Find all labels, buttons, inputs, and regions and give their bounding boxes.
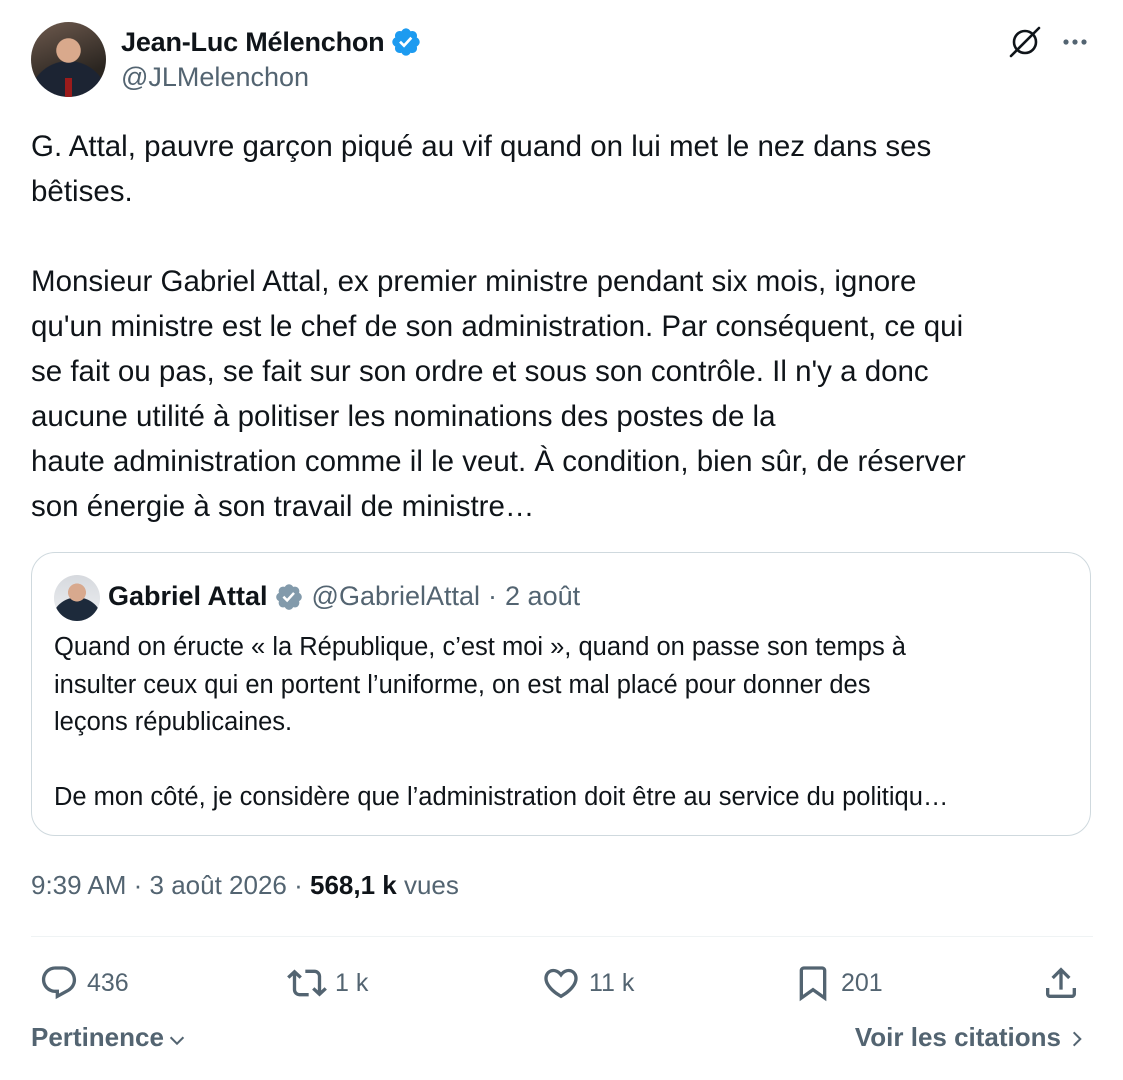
meta-separator: ·: [126, 870, 150, 900]
retweet-count: 1 k: [335, 968, 369, 997]
retweet-button[interactable]: 1 k: [287, 955, 368, 1011]
bookmark-icon: [799, 966, 827, 1002]
author-name[interactable]: Jean-Luc Mélenchon: [121, 27, 385, 58]
divider: [31, 936, 1093, 937]
quoted-date[interactable]: 2 août: [505, 581, 580, 612]
bookmark-count: 201: [841, 968, 883, 997]
author-name-row: Jean-Luc Mélenchon: [121, 26, 422, 58]
quotes-label: Voir les citations: [854, 1022, 1061, 1052]
tweet-header: Jean-Luc Mélenchon @JLMelenchon: [31, 22, 1093, 102]
tweet-paragraph: G. Attal, pauvre garçon piqué au vif qua…: [31, 130, 932, 208]
quoted-header: Gabriel Attal @GabrielAttal · 2 août: [108, 581, 580, 612]
verified-badge-icon: [275, 583, 302, 610]
meta-separator: ·: [286, 870, 310, 900]
tweet-text: G. Attal, pauvre garçon piqué au vif qua…: [31, 124, 1093, 529]
quoted-name[interactable]: Gabriel Attal: [108, 581, 268, 612]
share-button[interactable]: [1041, 955, 1089, 1011]
tweet-paragraph: Monsieur Gabriel Attal, ex premier minis…: [31, 265, 966, 523]
like-button[interactable]: 11 k: [541, 955, 634, 1011]
quoted-separator: ·: [488, 581, 498, 611]
avatar-tie-detail: [65, 78, 72, 97]
chevron-down-icon: [169, 1036, 185, 1045]
like-count: 11 k: [589, 968, 635, 997]
bookmark-button[interactable]: 201: [793, 955, 883, 1011]
sort-dropdown[interactable]: Pertinence: [31, 1022, 188, 1053]
views-label: vues: [396, 870, 459, 900]
author-avatar[interactable]: [31, 22, 106, 97]
author-handle[interactable]: @JLMelenchon: [121, 62, 309, 93]
chevron-right-icon: [1072, 1031, 1082, 1047]
reply-icon: [41, 966, 77, 1000]
replies-footer: Pertinence Voir les citations: [31, 1022, 1093, 1062]
quoted-avatar[interactable]: [54, 575, 100, 621]
quoted-handle[interactable]: @GabrielAttal: [312, 581, 480, 612]
like-icon: [544, 968, 578, 999]
action-bar: 436 1 k 11 k 201: [31, 955, 1093, 1011]
quoted-tweet[interactable]: Gabriel Attal @GabrielAttal · 2 août Qua…: [31, 552, 1091, 836]
verified-badge-icon[interactable]: [390, 26, 422, 58]
quoted-line: Quand on éructe « la République, c’est m…: [54, 633, 906, 661]
more-icon[interactable]: [1059, 26, 1091, 58]
grok-icon[interactable]: [1007, 24, 1043, 60]
tweet-meta: 9:39 AM · 3 août 2026 · 568,1 k vues: [31, 870, 459, 901]
sort-label: Pertinence: [31, 1022, 164, 1052]
view-quotes-link[interactable]: Voir les citations: [855, 1022, 1087, 1053]
tweet-time[interactable]: 9:39 AM: [31, 870, 126, 900]
reply-count: 436: [87, 968, 129, 997]
quoted-line: leçons républicaines.: [54, 708, 293, 736]
reply-button[interactable]: 436: [39, 955, 129, 1011]
views-count: 568,1 k: [309, 870, 397, 900]
quoted-paragraph: De mon côté, je considère que l’administ…: [54, 783, 949, 811]
retweet-icon: [287, 969, 327, 997]
tweet-date[interactable]: 3 août 2026: [150, 870, 287, 900]
share-icon: [1046, 967, 1076, 998]
quoted-text: Quand on éructe « la République, c’est m…: [54, 629, 1069, 817]
quoted-line: insulter ceux qui en portent l’uniforme,…: [54, 670, 871, 699]
